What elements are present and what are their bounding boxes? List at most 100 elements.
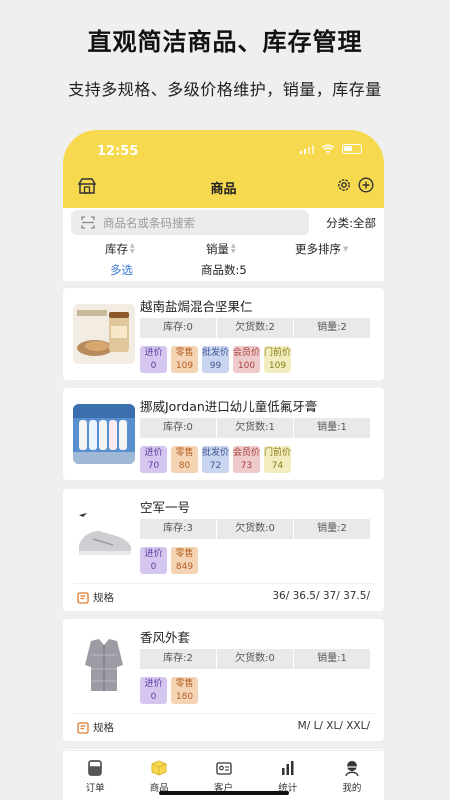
price-tags: 进价 0 零售 180 (140, 677, 198, 704)
price-value: 109 (175, 361, 194, 371)
box-icon (151, 760, 167, 776)
product-image (73, 304, 135, 364)
price-tags: 进价 0 零售 849 (140, 547, 198, 574)
divider (73, 713, 374, 714)
product-name: 挪威Jordan进口幼儿童低氟牙膏 (140, 399, 318, 414)
price-tag: 零售 180 (171, 677, 198, 704)
spec-icon (77, 591, 89, 604)
promo-headline: 直观简洁商品、库存管理 (87, 28, 363, 56)
product-count: 商品数:5 (201, 263, 247, 277)
search-input[interactable]: 商品名或条码搜索 (71, 210, 309, 235)
sort-bar: 库存 ▲ ▼ 销量 ▲ ▼ 更多排序 ▼ (63, 238, 384, 258)
price-tag: 门前价 74 (264, 446, 291, 473)
price-value: 72 (209, 461, 222, 471)
sort-stock-label: 库存 (105, 242, 128, 256)
sort-stock[interactable]: 库存 ▲ ▼ (105, 241, 135, 257)
tab-label: 订单 (85, 783, 105, 794)
price-tag: 会员价 100 (233, 346, 260, 373)
price-tag: 进价 0 (140, 677, 167, 704)
sort-sales[interactable]: 销量 ▲ ▼ (206, 241, 236, 257)
price-tags: 进价 0 零售 109 批发价 99 会员价 100 门前价 109 (140, 346, 291, 373)
sort-arrows-icon: ▲ ▼ (130, 242, 135, 255)
tab-label: 我的 (342, 783, 362, 794)
plus-circle-icon[interactable] (358, 177, 374, 193)
price-value: 0 (150, 562, 157, 572)
multiselect-button[interactable]: 多选 (110, 262, 133, 278)
sales-value: 销量:2 (293, 519, 370, 539)
product-name: 香风外套 (140, 630, 191, 645)
price-label: 进价 (144, 549, 163, 559)
product-card[interactable]: 挪威Jordan进口幼儿童低氟牙膏 库存:0 欠货数:1 销量:1 进价 70 零… (63, 388, 384, 480)
owed-value: 欠货数:0 (216, 519, 293, 539)
price-tag: 进价 70 (140, 446, 167, 473)
status-time: 12:55 (97, 144, 139, 159)
price-label: 进价 (144, 448, 163, 458)
profile-icon (345, 761, 359, 777)
sales-value: 销量:1 (293, 418, 370, 438)
product-card[interactable]: 空军一号 库存:3 欠货数:0 销量:2 进价 0 零售 849 规格 36/ 36… (63, 489, 384, 611)
battery-icon (342, 144, 362, 154)
category-filter[interactable]: 分类:全部 (326, 215, 376, 231)
stock-value: 库存:0 (163, 322, 193, 333)
signal-icon (300, 144, 314, 154)
price-value: 80 (178, 461, 191, 471)
phone-screen: 12:55 商品 商品名或条码搜索 分类:全部 库存 ▲ ▼ 销量 ▲ ▼ 更多… (63, 130, 384, 800)
owed-value: 欠货数:1 (216, 418, 293, 438)
price-tag: 门前价 109 (264, 346, 291, 373)
price-tag: 批发价 72 (202, 446, 229, 473)
price-value: 0 (150, 361, 157, 371)
product-card[interactable]: 越南盐焗混合坚果仁 库存:0 欠货数:2 销量:2 进价 0 零售 109 批发价 9… (63, 288, 384, 380)
price-value: 849 (175, 562, 194, 572)
owed-value: 欠货数:0 (216, 649, 293, 669)
spec-icon (77, 721, 89, 734)
product-card[interactable]: 香风外套 库存:2 欠货数:0 销量:1 进价 0 零售 180 规格 M/ L/ … (63, 619, 384, 741)
price-label: 零售 (175, 448, 194, 458)
product-name: 越南盐焗混合坚果仁 (140, 299, 253, 314)
spec-button[interactable]: 规格 (77, 590, 114, 605)
spec-label: 规格 (93, 722, 114, 734)
home-indicator (159, 791, 289, 795)
price-label: 门前价 (264, 448, 292, 458)
app-header: 12:55 商品 (63, 130, 384, 208)
price-label: 门前价 (264, 348, 292, 358)
price-label: 零售 (175, 348, 194, 358)
search-row: 商品名或条码搜索 分类:全部 (63, 208, 384, 236)
owed-value: 欠货数:2 (216, 318, 293, 338)
product-stats: 库存:0 欠货数:2 销量:2 (140, 318, 370, 338)
price-tag: 进价 0 (140, 346, 167, 373)
status-icons (300, 144, 362, 154)
price-label: 批发价 (202, 448, 230, 458)
price-value: 70 (147, 461, 160, 471)
spec-label: 规格 (93, 592, 114, 604)
product-list: 越南盐焗混合坚果仁 库存:0 欠货数:2 销量:2 进价 0 零售 109 批发价 9… (63, 281, 384, 759)
promo-subline: 支持多规格、多级价格维护，销量，库存量 (68, 80, 382, 99)
product-image (73, 635, 135, 695)
price-value: 180 (175, 692, 194, 702)
price-label: 进价 (144, 348, 163, 358)
wifi-icon (322, 144, 334, 154)
sort-more[interactable]: 更多排序 ▼ (295, 241, 348, 257)
price-tag: 零售 80 (171, 446, 198, 473)
sales-value: 销量:2 (293, 318, 370, 338)
stock-value: 库存:3 (163, 523, 193, 534)
product-stats: 库存:3 欠货数:0 销量:2 (140, 519, 370, 539)
tab-profile[interactable]: 我的 (320, 751, 384, 800)
product-stats: 库存:0 欠货数:1 销量:1 (140, 418, 370, 438)
price-label: 零售 (175, 549, 194, 559)
spec-button[interactable]: 规格 (77, 720, 114, 735)
tab-orders[interactable]: 订单 (63, 751, 127, 800)
price-tag: 会员价 73 (233, 446, 260, 473)
price-tag: 进价 0 (140, 547, 167, 574)
gear-icon[interactable] (336, 177, 352, 193)
chart-icon (281, 761, 294, 775)
price-value: 74 (271, 461, 284, 471)
price-tag: 批发价 99 (202, 346, 229, 373)
price-tags: 进价 70 零售 80 批发价 72 会员价 73 门前价 74 (140, 446, 291, 473)
info-row: 多选 商品数:5 (63, 260, 384, 280)
product-name: 空军一号 (140, 500, 191, 515)
stock-value: 库存:2 (163, 653, 193, 664)
price-tag: 零售 109 (171, 346, 198, 373)
scan-icon[interactable] (81, 216, 95, 229)
price-value: 0 (150, 692, 157, 702)
product-image (73, 505, 135, 565)
